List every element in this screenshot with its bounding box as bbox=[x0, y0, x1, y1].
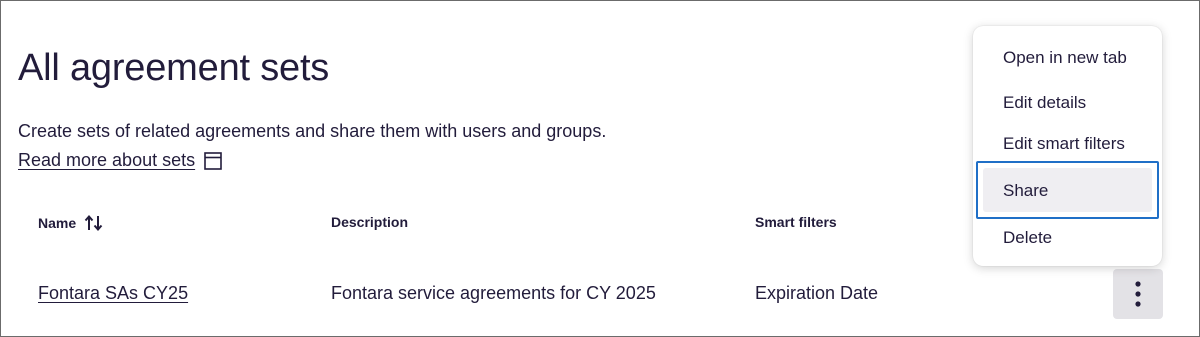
external-window-icon bbox=[204, 151, 222, 170]
row-actions-menu-overlay: Share Delete bbox=[973, 26, 1162, 266]
row-description: Fontara service agreements for CY 2025 bbox=[331, 283, 656, 303]
row-smart-filters: Expiration Date bbox=[755, 283, 879, 303]
row-name-link[interactable]: Fontara SAs CY25 bbox=[38, 283, 188, 304]
read-more-label: Read more about sets bbox=[18, 150, 196, 170]
row-actions-button[interactable] bbox=[1113, 269, 1163, 319]
page-description: Create sets of related agreements and sh… bbox=[18, 121, 607, 141]
more-vertical-icon bbox=[1135, 281, 1141, 307]
page-frame: All agreement sets Create sets of relate… bbox=[0, 0, 1200, 337]
menu-item-share[interactable]: Share bbox=[973, 181, 1162, 201]
menu-item-delete[interactable]: Delete bbox=[973, 228, 1162, 248]
column-header-name[interactable]: Name bbox=[38, 214, 104, 232]
column-header-description: Description bbox=[331, 214, 409, 230]
column-header-name-label: Name bbox=[38, 215, 77, 231]
column-header-smart-filters: Smart filters bbox=[755, 214, 837, 230]
page-title: All agreement sets bbox=[18, 47, 330, 89]
sort-icon bbox=[84, 214, 103, 232]
read-more-link[interactable]: Read more about sets bbox=[18, 150, 222, 171]
